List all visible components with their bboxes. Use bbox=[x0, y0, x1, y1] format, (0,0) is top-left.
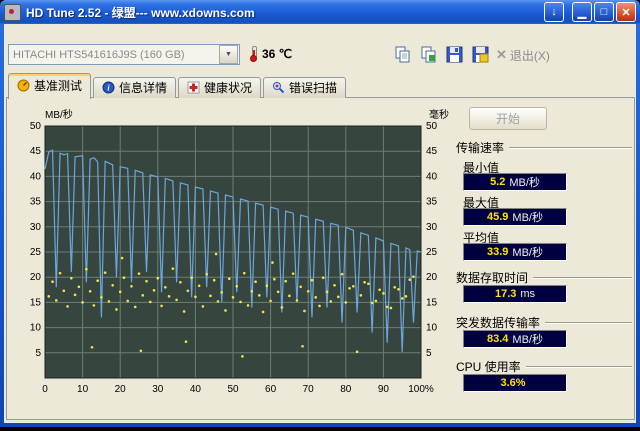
access-time-heading: 数据存取时间 bbox=[456, 269, 632, 286]
svg-text:40: 40 bbox=[30, 171, 42, 182]
tab-info-label: 信息详情 bbox=[119, 81, 168, 95]
svg-text:15: 15 bbox=[426, 297, 438, 308]
svg-text:90: 90 bbox=[378, 384, 390, 395]
health-icon bbox=[187, 81, 200, 94]
svg-text:50: 50 bbox=[227, 384, 239, 395]
error-scan-icon bbox=[272, 81, 285, 94]
avg-value-box: 33.9 MB/秒 bbox=[463, 243, 567, 261]
svg-text:20: 20 bbox=[30, 272, 42, 283]
drive-select-value: HITACHI HTS541616J9S (160 GB) bbox=[13, 48, 185, 61]
svg-text:35: 35 bbox=[426, 197, 438, 208]
window-title: HD Tune 2.52 - 绿盟--- www.xdowns.com bbox=[26, 5, 255, 20]
svg-text:20: 20 bbox=[115, 384, 127, 395]
svg-text:毫秒: 毫秒 bbox=[429, 108, 449, 121]
tab-benchmark-label: 基准测试 bbox=[34, 79, 83, 93]
burst-rate-heading: 突发数据传输率 bbox=[456, 314, 632, 331]
svg-text:25: 25 bbox=[30, 247, 42, 258]
svg-text:5: 5 bbox=[426, 348, 432, 359]
copy-special-icon[interactable] bbox=[416, 43, 440, 66]
save-icon[interactable] bbox=[442, 43, 466, 66]
minimize-button[interactable]: ▁ bbox=[572, 2, 592, 22]
hdtune-window: HD Tune 2.52 - 绿盟--- www.xdowns.com ↓ ▁ … bbox=[0, 0, 640, 431]
svg-text:80: 80 bbox=[340, 384, 352, 395]
client-area: HITACHI HTS541616J9S (160 GB) ▼ 36 ℃ ✕ 退… bbox=[4, 24, 636, 423]
temperature-value: 36 ℃ bbox=[262, 47, 293, 61]
benchmark-chart: 504540353025201510550454035302520151050 1… bbox=[30, 108, 449, 395]
copy-icon[interactable] bbox=[390, 43, 414, 66]
tab-error-scan-label: 错误扫描 bbox=[289, 81, 338, 95]
svg-text:70: 70 bbox=[303, 384, 315, 395]
bottom-strip bbox=[0, 427, 640, 431]
temperature-indicator: 36 ℃ bbox=[250, 46, 292, 62]
svg-text:100%: 100% bbox=[408, 384, 434, 395]
svg-text:45: 45 bbox=[426, 146, 438, 157]
svg-text:20: 20 bbox=[426, 272, 438, 283]
tab-health-label: 健康状况 bbox=[204, 81, 253, 95]
svg-text:60: 60 bbox=[265, 384, 277, 395]
close-button[interactable]: ✕ bbox=[616, 2, 636, 22]
exit-x-icon: ✕ bbox=[496, 47, 507, 62]
tab-strip: 基准测试 i 信息详情 健康状况 错误扫描 bbox=[8, 73, 348, 99]
burst-rate-value-box: 83.4 MB/秒 bbox=[463, 330, 567, 348]
tab-error-scan[interactable]: 错误扫描 bbox=[263, 77, 347, 98]
svg-text:30: 30 bbox=[426, 222, 438, 233]
max-value-box: 45.9 MB/秒 bbox=[463, 208, 567, 226]
svg-text:30: 30 bbox=[30, 222, 42, 233]
exit-label: 退出(X) bbox=[509, 48, 550, 63]
cpu-usage-value-box: 3.6% bbox=[463, 374, 567, 392]
svg-text:40: 40 bbox=[190, 384, 202, 395]
cpu-usage-heading: CPU 使用率 bbox=[456, 358, 632, 375]
svg-text:40: 40 bbox=[426, 171, 438, 182]
svg-text:10: 10 bbox=[30, 323, 42, 334]
download-button[interactable]: ↓ bbox=[544, 2, 564, 22]
min-value-box: 5.2 MB/秒 bbox=[463, 173, 567, 191]
thermometer-icon bbox=[250, 46, 257, 62]
svg-text:50: 50 bbox=[30, 121, 42, 132]
svg-text:45: 45 bbox=[30, 146, 42, 157]
start-button[interactable]: 开始 bbox=[469, 107, 547, 130]
chevron-down-icon[interactable]: ▼ bbox=[219, 45, 238, 64]
svg-text:25: 25 bbox=[426, 247, 438, 258]
benchmark-icon bbox=[17, 79, 30, 92]
tab-benchmark[interactable]: 基准测试 bbox=[8, 73, 92, 99]
access-time-value-box: 17.3 ms bbox=[463, 285, 567, 303]
maximize-button[interactable]: □ bbox=[594, 2, 614, 22]
svg-text:MB/秒: MB/秒 bbox=[45, 108, 73, 121]
benchmark-page: 50 45 40 35 30 25 20 15 10 5 50 45 40 35 30 25 20 15 10 5 0 1… bbox=[6, 97, 635, 420]
drive-select[interactable]: HITACHI HTS541616J9S (160 GB) ▼ bbox=[8, 44, 240, 65]
exit-button[interactable]: ✕ 退出(X) bbox=[492, 44, 554, 66]
svg-text:50: 50 bbox=[426, 121, 438, 132]
svg-text:10: 10 bbox=[77, 384, 89, 395]
info-icon: i bbox=[102, 81, 115, 94]
svg-text:0: 0 bbox=[42, 384, 48, 395]
svg-text:15: 15 bbox=[30, 297, 42, 308]
svg-text:35: 35 bbox=[30, 197, 42, 208]
app-icon bbox=[4, 3, 21, 21]
tab-health[interactable]: 健康状况 bbox=[178, 77, 262, 98]
svg-text:5: 5 bbox=[35, 348, 41, 359]
title-bar[interactable]: HD Tune 2.52 - 绿盟--- www.xdowns.com ↓ ▁ … bbox=[0, 0, 640, 24]
tab-info[interactable]: i 信息详情 bbox=[93, 77, 177, 98]
svg-text:10: 10 bbox=[426, 323, 438, 334]
transfer-rate-heading: 传输速率 bbox=[456, 139, 632, 156]
save-as-icon[interactable] bbox=[468, 43, 492, 66]
svg-text:30: 30 bbox=[152, 384, 164, 395]
